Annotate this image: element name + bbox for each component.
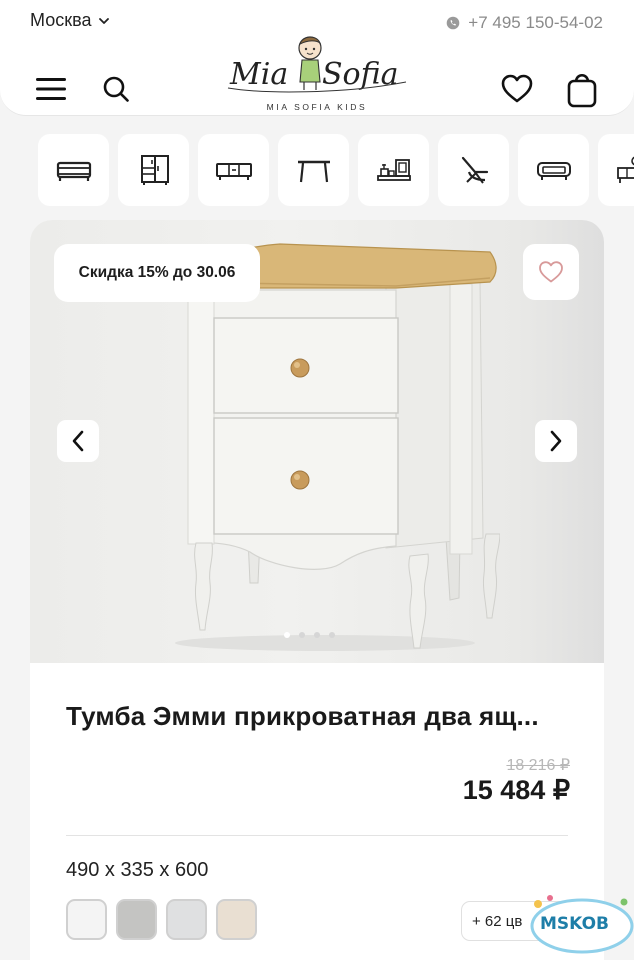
color-swatch[interactable] (116, 899, 157, 940)
phone-link[interactable]: +7 495 150-54-02 (446, 13, 603, 33)
category-decor[interactable] (358, 134, 429, 206)
color-swatch[interactable] (166, 899, 207, 940)
category-tables[interactable] (278, 134, 349, 206)
favorites-heart-icon[interactable] (501, 74, 533, 104)
category-sofas[interactable] (518, 134, 589, 206)
tv-stand-icon (215, 163, 252, 180)
watermark-text: MSKOB (540, 914, 609, 934)
chevron-down-icon (99, 17, 110, 24)
product-info: Тумба Эмми прикроватная два ящ... 18 216… (30, 663, 604, 960)
gallery-pagination (284, 632, 335, 638)
color-swatch[interactable] (66, 899, 107, 940)
menu-icon[interactable] (36, 76, 66, 102)
gallery-dot[interactable] (314, 632, 320, 638)
shelf-decor-icon (376, 159, 411, 181)
category-chairs[interactable] (438, 134, 509, 206)
product-gallery[interactable]: Скидка 15% до 30.06 (30, 220, 604, 663)
sofa-icon (536, 162, 571, 180)
color-swatch[interactable] (216, 899, 257, 940)
svg-text:Mia: Mia (229, 57, 288, 92)
gallery-dot[interactable] (329, 632, 335, 638)
table-icon (297, 160, 330, 183)
brand-logo[interactable]: Mia Sofia MIA SOFIA KIDS (224, 32, 410, 114)
bed-icon (56, 161, 91, 181)
color-swatches (66, 899, 257, 940)
heart-outline-icon (539, 261, 563, 283)
gallery-next-button[interactable] (535, 420, 577, 462)
vanity-icon (616, 156, 634, 183)
chevron-left-icon (72, 430, 84, 452)
phone-number: +7 495 150-54-02 (468, 13, 603, 32)
logo-caption: MIA SOFIA KIDS (266, 102, 368, 112)
product-card[interactable]: Скидка 15% до 30.06 Тумба Эмми прикроват… (30, 220, 604, 960)
logo-mark: Mia Sofia (227, 36, 407, 93)
cart-bag-icon[interactable] (566, 70, 598, 108)
category-tv-stands[interactable] (198, 134, 269, 206)
product-title[interactable]: Тумба Эмми прикроватная два ящ... (66, 701, 576, 732)
phone-icon (446, 16, 460, 30)
page: Москва +7 495 150-54-02 Mia Sofia MIA SO… (0, 0, 634, 960)
chevron-right-icon (550, 430, 562, 452)
category-wardrobes[interactable] (118, 134, 189, 206)
gallery-dot[interactable] (284, 632, 290, 638)
discount-badge: Скидка 15% до 30.06 (54, 244, 260, 302)
city-label: Москва (30, 10, 92, 30)
gallery-dot[interactable] (299, 632, 305, 638)
wardrobe-icon (140, 155, 169, 185)
gallery-prev-button[interactable] (57, 420, 99, 462)
divider (66, 835, 568, 836)
add-to-favorites-button[interactable] (523, 244, 579, 300)
city-selector[interactable]: Москва (30, 10, 110, 31)
category-vanities[interactable] (598, 134, 634, 206)
svg-text:Sofia: Sofia (322, 57, 399, 92)
site-header: Москва +7 495 150-54-02 Mia Sofia MIA SO… (0, 0, 634, 116)
category-strip (38, 134, 634, 206)
current-price: 15 484 ₽ (462, 775, 570, 805)
category-beds[interactable] (38, 134, 109, 206)
search-icon[interactable] (102, 75, 130, 103)
product-dimensions: 490 х 335 х 600 (66, 859, 209, 881)
chair-icon (461, 156, 488, 184)
old-price: 18 216 ₽ (506, 757, 570, 774)
